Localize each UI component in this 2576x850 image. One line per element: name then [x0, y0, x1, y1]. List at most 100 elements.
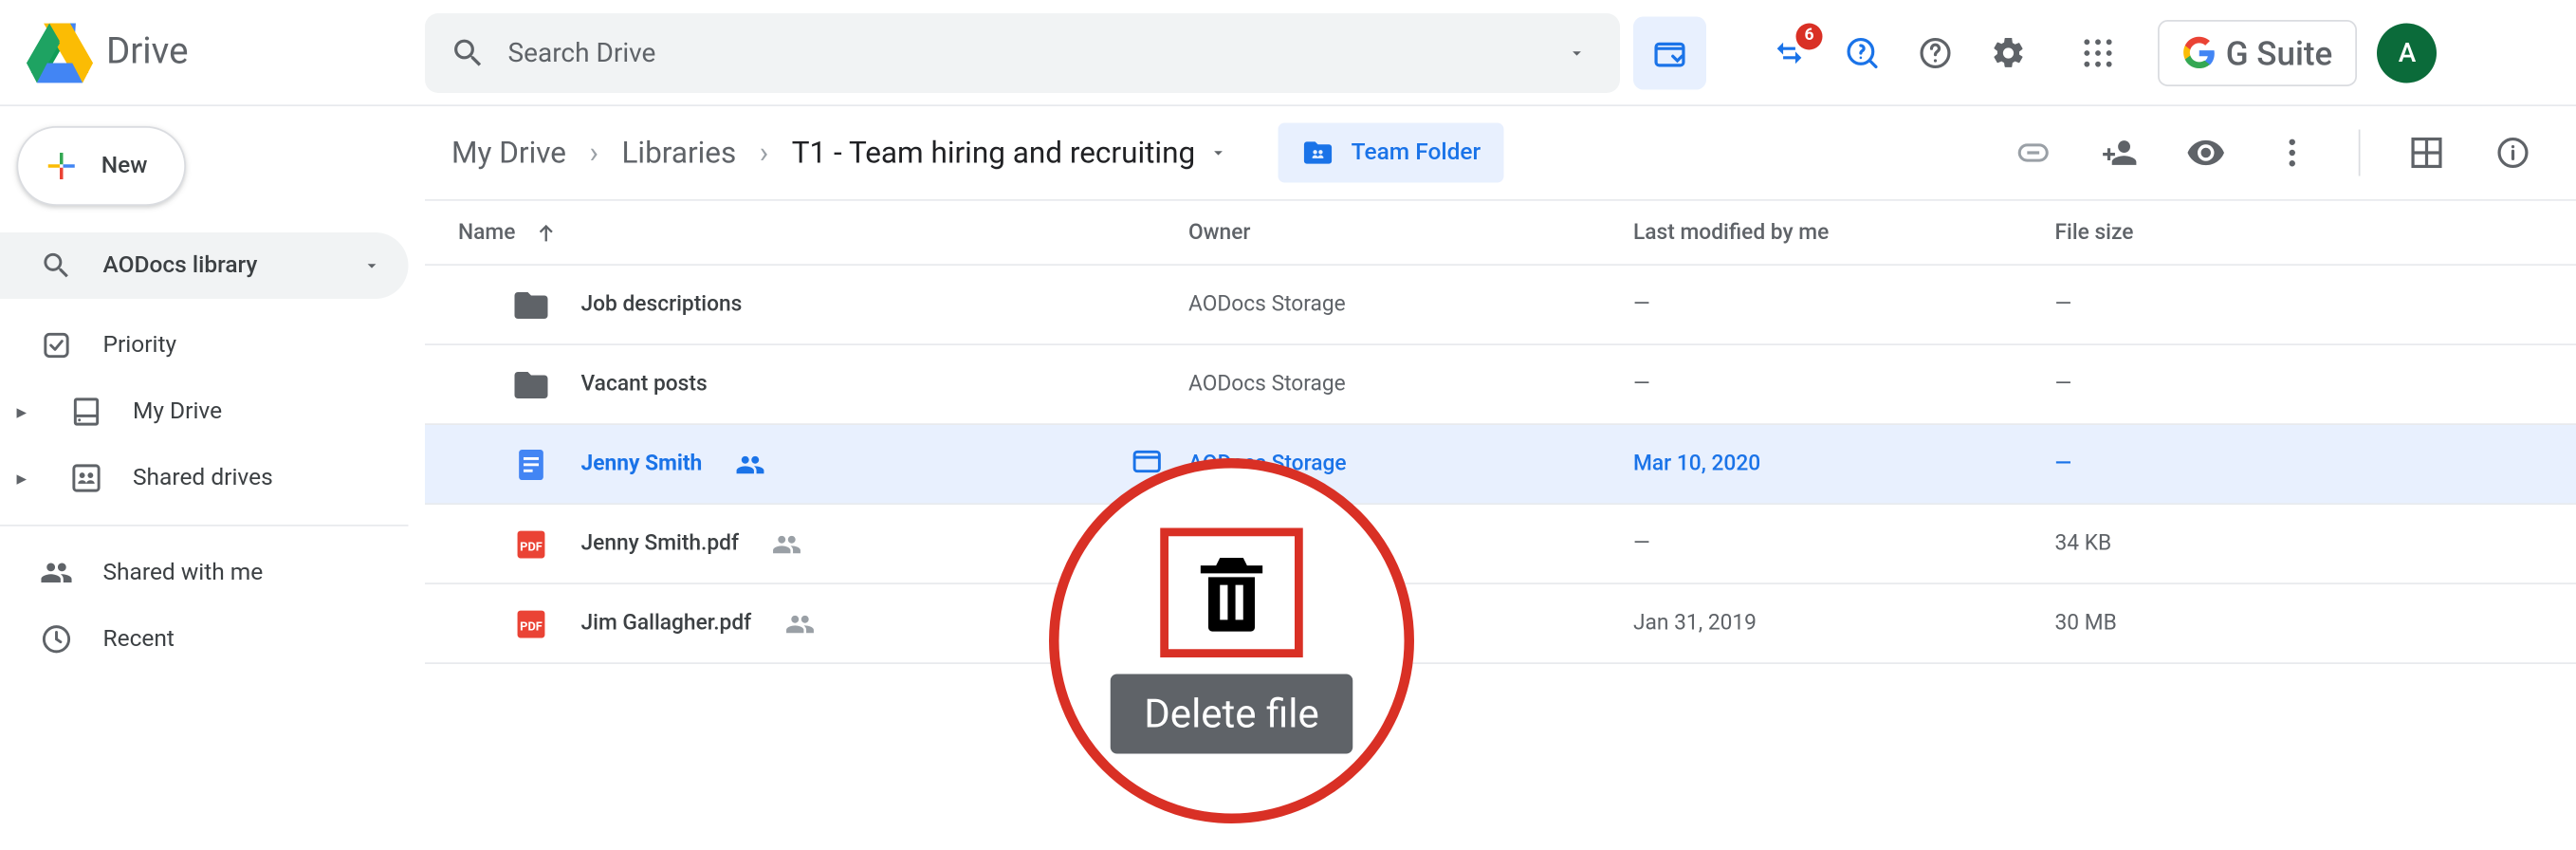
table-row[interactable]: PDF Jim Gallagher.pdf AODocs StorageJan 31… — [425, 584, 2576, 664]
new-button-label: New — [101, 153, 148, 179]
offline-sync-icon[interactable]: 6 — [1753, 16, 1826, 89]
drive-logo-link[interactable]: Drive — [27, 19, 425, 85]
expand-icon[interactable]: ▸ — [17, 467, 41, 490]
sidebar-item-label: Priority — [103, 332, 177, 359]
team-folder-chip[interactable]: Team Folder — [1279, 123, 1504, 183]
priority-icon — [40, 329, 73, 362]
drive-logo-icon — [27, 19, 93, 85]
svg-text:PDF: PDF — [520, 540, 543, 554]
breadcrumb: My Drive › Libraries › T1 - Team hiring … — [438, 129, 1242, 177]
preview-eye-icon[interactable] — [2176, 123, 2236, 183]
team-folder-label: Team Folder — [1352, 139, 1481, 166]
grid-view-icon[interactable] — [2397, 123, 2456, 183]
my-drive-icon — [70, 396, 103, 429]
team-folder-icon — [1301, 137, 1334, 170]
breadcrumb-item[interactable]: Libraries — [608, 129, 749, 177]
shared-drives-icon — [70, 462, 103, 495]
sidebar-item-shared-drives[interactable]: ▸ Shared drives — [0, 445, 409, 511]
file-owner: AODocs Storage — [1188, 372, 1633, 397]
breadcrumb-item[interactable]: My Drive — [438, 129, 580, 177]
file-modified: — — [1633, 372, 2055, 397]
search-icon — [40, 249, 73, 283]
help-icon[interactable] — [1899, 16, 1972, 89]
account-avatar[interactable]: A — [2378, 23, 2438, 83]
sort-asc-icon — [532, 219, 559, 246]
content-area: My Drive › Libraries › T1 - Team hiring … — [425, 106, 2576, 850]
gsuite-badge[interactable]: G Suite — [2158, 19, 2358, 85]
chevron-down-icon — [362, 256, 382, 276]
file-modified: Mar 10, 2020 — [1633, 452, 2055, 476]
chevron-right-icon: › — [589, 136, 598, 171]
separator — [2359, 130, 2361, 176]
sidebar: New AODocs library Priority ▸ My Drive — [0, 106, 425, 850]
file-name: Job descriptions — [581, 292, 743, 317]
clock-icon — [40, 622, 73, 656]
more-actions-icon[interactable] — [2262, 123, 2322, 183]
sidebar-item-label: AODocs library — [103, 252, 258, 279]
breadcrumb-current[interactable]: T1 - Team hiring and recruiting — [779, 129, 1242, 177]
file-size: — — [2055, 292, 2576, 317]
people-icon — [40, 556, 73, 589]
support-assist-icon[interactable] — [1826, 16, 1899, 89]
column-label: Name — [458, 220, 515, 245]
file-list: Job descriptionsAODocs Storage——Vacant p… — [425, 266, 2576, 664]
file-name: Jenny Smith — [581, 452, 703, 476]
table-row[interactable]: PDFJenny Smith.pdfAODocs Storage—34 KB — [425, 505, 2576, 584]
search-options-dropdown[interactable] — [1544, 19, 1610, 85]
file-modified: Jan 31, 2019 — [1633, 611, 2055, 636]
search-bar[interactable] — [425, 12, 1620, 92]
get-link-icon[interactable] — [2003, 123, 2063, 183]
notification-badge: 6 — [1796, 23, 1823, 49]
sidebar-item-label: My Drive — [133, 398, 222, 425]
new-button[interactable]: New — [17, 126, 186, 206]
chevron-down-icon — [1208, 143, 1228, 163]
file-modified: — — [1633, 531, 2055, 556]
expand-icon[interactable]: ▸ — [17, 400, 41, 424]
sidebar-item-my-drive[interactable]: ▸ My Drive — [0, 379, 409, 445]
file-owner: AODocs Storage — [1188, 531, 1633, 556]
view-details-icon[interactable] — [2483, 123, 2543, 183]
folder-icon — [511, 364, 551, 404]
table-row[interactable]: Job descriptionsAODocs Storage—— — [425, 266, 2576, 345]
shared-icon — [735, 449, 765, 479]
aodocs-extension-icon[interactable] — [1633, 16, 1706, 89]
aodocs-badge-icon — [1129, 443, 1166, 480]
file-owner: AODocs Storage — [1188, 292, 1633, 317]
top-bar: Drive 6 — [0, 0, 2576, 106]
file-name: Jenny Smith.pdf — [581, 531, 740, 556]
plus-icon — [42, 146, 82, 186]
gdoc-icon — [511, 444, 551, 484]
chevron-right-icon: › — [760, 136, 768, 171]
table-row[interactable]: Vacant postsAODocs Storage—— — [425, 345, 2576, 425]
shared-icon — [784, 608, 815, 638]
column-header-owner[interactable]: Owner — [1188, 220, 1633, 245]
table-header: Name Owner Last modified by me File size — [425, 199, 2576, 266]
search-icon[interactable] — [435, 19, 502, 85]
svg-text:PDF: PDF — [520, 619, 543, 634]
file-modified: — — [1633, 292, 2055, 317]
sidebar-item-priority[interactable]: Priority — [0, 312, 409, 379]
breadcrumb-label: T1 - Team hiring and recruiting — [792, 136, 1195, 171]
file-size: — — [2055, 372, 2576, 397]
add-people-icon[interactable] — [2089, 123, 2149, 183]
sidebar-item-shared-with-me[interactable]: Shared with me — [0, 540, 409, 606]
column-header-modified[interactable]: Last modified by me — [1633, 220, 2055, 245]
settings-gear-icon[interactable] — [1972, 16, 2045, 89]
folder-icon — [511, 285, 551, 324]
file-name: Vacant posts — [581, 372, 708, 397]
file-name: Jim Gallagher.pdf — [581, 611, 752, 636]
shared-icon — [772, 528, 802, 559]
sidebar-item-label: Recent — [103, 626, 175, 653]
column-header-size[interactable]: File size — [2055, 220, 2576, 245]
file-owner: AODocs Storage — [1188, 611, 1633, 636]
folder-toolbar: My Drive › Libraries › T1 - Team hiring … — [425, 106, 2576, 199]
file-size: 30 MB — [2055, 611, 2576, 636]
sidebar-item-recent[interactable]: Recent — [0, 606, 409, 673]
gsuite-label: G Suite — [2226, 32, 2333, 72]
sidebar-item-aodocs-library[interactable]: AODocs library — [0, 232, 409, 299]
file-size: — — [2055, 452, 2576, 476]
column-header-name[interactable]: Name — [425, 219, 1188, 246]
table-row[interactable]: Jenny SmithAODocs StorageMar 10, 2020— — [425, 425, 2576, 505]
apps-grid-icon[interactable] — [2062, 16, 2135, 89]
search-input[interactable] — [502, 37, 1544, 68]
